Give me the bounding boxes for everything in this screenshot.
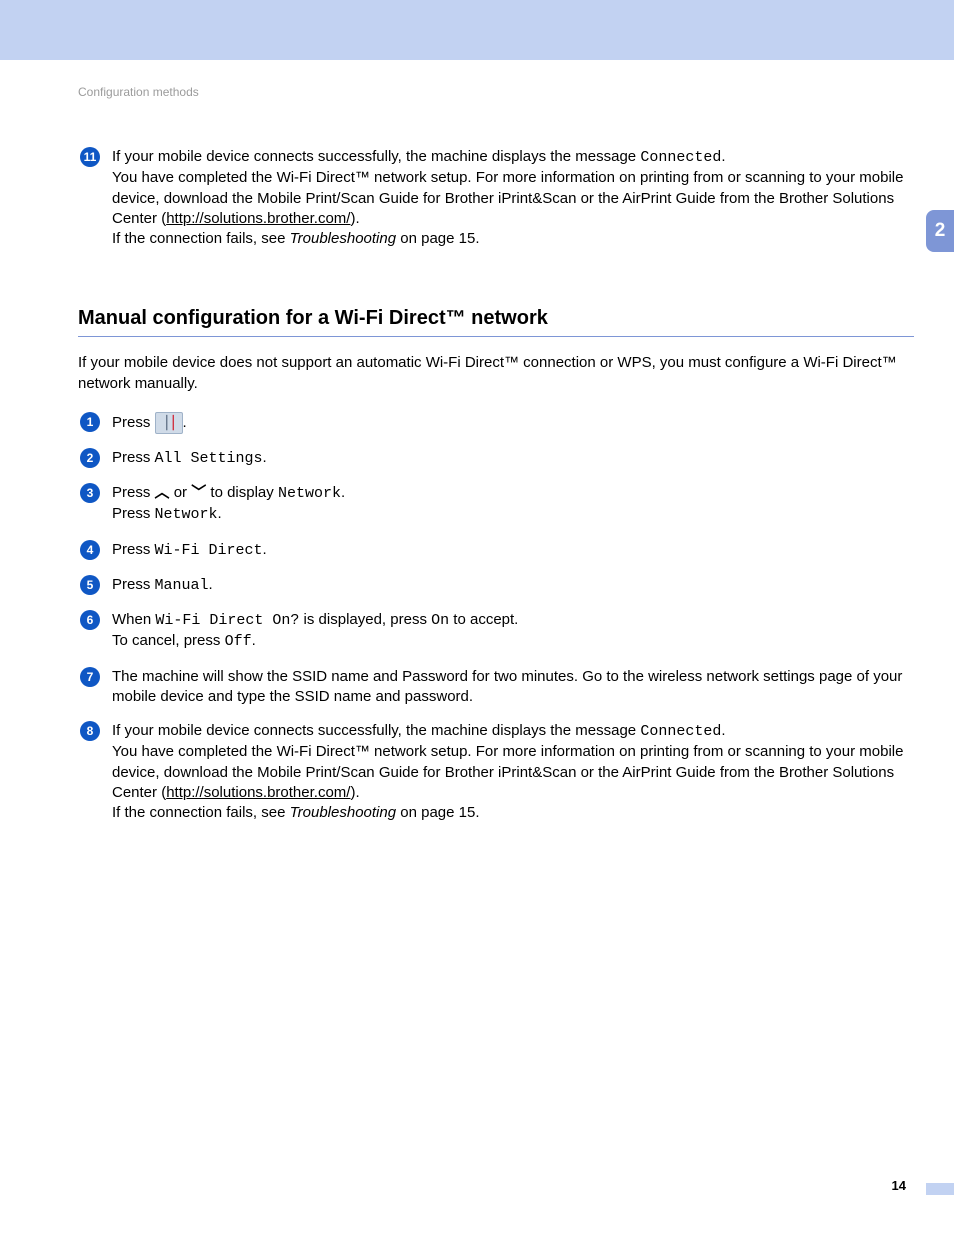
step-6: 6 When Wi-Fi Direct On? is displayed, pr… [78, 610, 914, 653]
bullet-number: 5 [80, 575, 100, 595]
step-bullet: 3 [78, 483, 102, 526]
network-label: Network [155, 506, 218, 523]
step-bullet: 5 [78, 575, 102, 596]
text: . [252, 632, 256, 649]
text: to display [206, 484, 278, 501]
step-bullet: 4 [78, 540, 102, 561]
settings-icon: ⎥⎥ [155, 412, 183, 434]
chevron-down-icon: ﹀ [191, 483, 206, 503]
step-2: 2 Press All Settings. [78, 448, 914, 469]
text: is displayed, press [299, 611, 431, 628]
footer-strip [926, 1183, 954, 1195]
text: . [721, 722, 725, 739]
text: Press [112, 484, 155, 501]
page-number: 14 [892, 1178, 906, 1193]
step-4: 4 Press Wi-Fi Direct. [78, 540, 914, 561]
step-3: 3 Press ︿ or ﹀ to display Network. Press… [78, 483, 914, 526]
step-body: Press ︿ or ﹀ to display Network. Press N… [112, 483, 914, 526]
text: ). [350, 210, 359, 227]
chapter-tab: 2 [926, 210, 954, 252]
text: ). [350, 784, 359, 801]
step-bullet: 6 [78, 610, 102, 653]
connected-message: Connected [640, 149, 721, 166]
troubleshooting-ref: Troubleshooting [290, 230, 396, 247]
text: Press [112, 505, 155, 522]
on-label: On [431, 612, 449, 629]
wifi-direct-on-label: Wi-Fi Direct On? [155, 612, 299, 629]
section-heading: Manual configuration for a Wi-Fi Direct™… [78, 307, 914, 330]
step-8: 8 If your mobile device connects success… [78, 721, 914, 823]
text: . [263, 541, 267, 558]
bullet-number: 11 [80, 147, 100, 167]
bullet-number: 1 [80, 412, 100, 432]
off-label: Off [225, 633, 252, 650]
text: To cancel, press [112, 632, 225, 649]
solutions-link[interactable]: http://solutions.brother.com/ [166, 784, 350, 801]
text: Press [112, 449, 155, 466]
text: Press [112, 414, 155, 431]
step-body: If your mobile device connects successfu… [112, 147, 914, 249]
section-intro: If your mobile device does not support a… [78, 353, 914, 394]
text: . [341, 484, 345, 501]
troubleshooting-ref: Troubleshooting [290, 804, 396, 821]
step-body: If your mobile device connects successfu… [112, 721, 914, 823]
bullet-number: 7 [80, 667, 100, 687]
step-body: The machine will show the SSID name and … [112, 667, 914, 708]
network-label: Network [278, 485, 341, 502]
section-rule [78, 336, 914, 337]
bullet-number: 4 [80, 540, 100, 560]
text: to accept. [449, 611, 518, 628]
text: If the connection fails, see [112, 804, 290, 821]
text: . [218, 505, 222, 522]
chevron-up-icon: ︿ [155, 483, 170, 503]
breadcrumb: Configuration methods [78, 85, 914, 99]
step-body: When Wi-Fi Direct On? is displayed, pres… [112, 610, 914, 653]
text: on page 15. [396, 804, 479, 821]
text: . [183, 414, 187, 431]
manual-label: Manual [155, 577, 209, 594]
text: When [112, 611, 155, 628]
text: . [721, 148, 725, 165]
connected-message: Connected [640, 723, 721, 740]
text: on page 15. [396, 230, 479, 247]
bullet-number: 6 [80, 610, 100, 630]
bullet-number: 8 [80, 721, 100, 741]
text: . [209, 576, 213, 593]
text: Press [112, 576, 155, 593]
step-11: 11 If your mobile device connects succes… [78, 147, 914, 249]
text: If your mobile device connects successfu… [112, 148, 640, 165]
top-header-bar [0, 0, 954, 60]
step-body: Press Manual. [112, 575, 914, 596]
all-settings-label: All Settings [155, 450, 263, 467]
step-7: 7 The machine will show the SSID name an… [78, 667, 914, 708]
text: . [263, 449, 267, 466]
wifi-direct-label: Wi-Fi Direct [155, 542, 263, 559]
solutions-link[interactable]: http://solutions.brother.com/ [166, 210, 350, 227]
step-bullet: 1 [78, 412, 102, 434]
step-1: 1 Press ⎥⎥. [78, 412, 914, 434]
step-bullet: 7 [78, 667, 102, 708]
step-body: Press ⎥⎥. [112, 412, 914, 434]
bullet-number: 3 [80, 483, 100, 503]
step-bullet: 11 [78, 147, 102, 249]
step-body: Press Wi-Fi Direct. [112, 540, 914, 561]
step-bullet: 2 [78, 448, 102, 469]
step-body: Press All Settings. [112, 448, 914, 469]
text: If your mobile device connects successfu… [112, 722, 640, 739]
text: or [170, 484, 192, 501]
step-bullet: 8 [78, 721, 102, 823]
text: Press [112, 541, 155, 558]
text: If the connection fails, see [112, 230, 290, 247]
bullet-number: 2 [80, 448, 100, 468]
page-content: Configuration methods 2 11 If your mobil… [0, 60, 954, 1235]
step-5: 5 Press Manual. [78, 575, 914, 596]
